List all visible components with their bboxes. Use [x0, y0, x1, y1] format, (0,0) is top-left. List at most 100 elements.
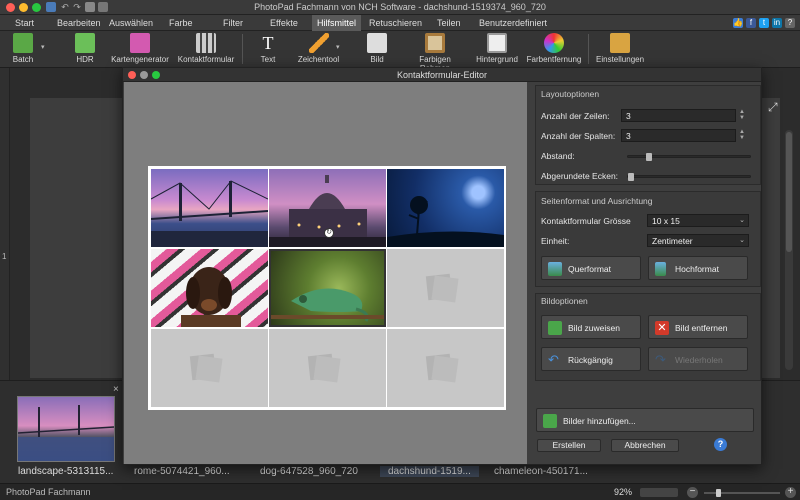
rotate-handle-icon[interactable]: ↻ [324, 228, 334, 238]
cell-night-image[interactable] [387, 169, 504, 247]
zoom-level: 92% [614, 487, 633, 497]
assign-image-icon [548, 321, 562, 335]
image-options-heading: Bildoptionen [541, 296, 588, 306]
thumbnail-landscape[interactable] [17, 396, 115, 462]
columns-input[interactable]: 3 [621, 129, 736, 142]
cell-dog-image[interactable] [151, 249, 268, 327]
landscape-button[interactable]: Querformat [541, 256, 641, 280]
menu-teilen[interactable]: Teilen [432, 17, 466, 29]
thumbnail-name-active[interactable]: dachshund-1519... [380, 466, 479, 477]
card-generator-button[interactable]: Kartengenerator [110, 33, 170, 64]
zoom-dropdown[interactable] [640, 488, 678, 497]
remove-image-button[interactable]: ✕ Bild entfernen [648, 315, 748, 339]
help-menu-icon[interactable]: ? [785, 18, 795, 28]
help-icon[interactable]: ? [714, 438, 727, 451]
dialog-title: Kontaktformular-Editor [396, 70, 488, 80]
cell-bridge-image[interactable] [151, 169, 268, 247]
rows-label: Anzahl der Zeilen: [541, 111, 610, 121]
thumbnail-name[interactable]: landscape-5313115... [18, 466, 113, 477]
drawing-tool-button[interactable]: Zeichentool [296, 33, 341, 64]
spacing-slider[interactable] [627, 153, 751, 161]
workspace-scroll-thumb[interactable] [786, 132, 792, 252]
menu-effekte[interactable]: Effekte [265, 17, 303, 29]
thumbnail-name[interactable]: chameleon-450171... [494, 466, 588, 477]
color-removal-label: Farbentfernung [526, 55, 582, 64]
image-placeholder-icon [425, 271, 459, 303]
hdr-button[interactable]: HDR [70, 33, 100, 64]
columns-spinner-icon[interactable]: ▲ ▼ [738, 129, 746, 142]
landscape-label: Querformat [568, 264, 611, 274]
cell-empty[interactable] [387, 329, 504, 407]
image-label: Bild [370, 55, 384, 64]
columns-label: Anzahl der Spalten: [541, 131, 616, 141]
unit-select[interactable]: Zentimeter ⌄ [647, 234, 749, 247]
image-button[interactable]: Bild [364, 33, 390, 64]
sheet-size-select[interactable]: 10 x 15 ⌄ [647, 214, 749, 227]
toolbar: Batch ▾ HDR Kartengenerator Kontaktformu… [0, 31, 800, 73]
add-images-button[interactable]: Bilder hinzufügen... [536, 408, 754, 432]
settings-button[interactable]: Einstellungen [596, 33, 644, 64]
redo-button[interactable]: ↷ Wiederholen [648, 347, 748, 371]
background-button[interactable]: Hintergrund [474, 33, 520, 64]
fullscreen-icon[interactable]: ⤢ [768, 100, 778, 115]
close-thumbnail-icon[interactable]: × [113, 384, 119, 395]
zoom-in-icon[interactable]: + [785, 487, 796, 498]
assign-image-button[interactable]: Bild zuweisen [541, 315, 641, 339]
layout-options-heading: Layoutoptionen [541, 89, 600, 99]
twitter-icon[interactable]: t [759, 18, 769, 28]
batch-dropdown-icon[interactable]: ▾ [41, 43, 45, 51]
unit-label: Einheit: [541, 236, 570, 246]
facebook-icon[interactable]: f [746, 18, 756, 28]
menu-bearbeiten[interactable]: Bearbeiten [52, 17, 106, 29]
linkedin-icon[interactable]: in [772, 18, 782, 28]
menu-auswaehlen[interactable]: Auswählen [104, 17, 158, 29]
unit-value: Zentimeter [652, 236, 693, 246]
dialog-title-bar: Kontaktformular-Editor [123, 68, 761, 82]
undo-arrow-icon: ↶ [548, 352, 559, 367]
spacing-label: Abstand: [541, 151, 575, 161]
drawing-tool-dropdown-icon[interactable]: ▾ [336, 43, 340, 51]
menu-benutzerdefiniert[interactable]: Benutzerdefiniert [474, 17, 552, 29]
rounded-corners-slider-knob[interactable] [628, 173, 634, 181]
zoom-slider[interactable] [704, 489, 780, 497]
window-title: PhotoPad Fachmann von NCH Software - dac… [254, 2, 546, 12]
menu-farbe[interactable]: Farbe [164, 17, 198, 29]
remove-image-label: Bild entfernen [675, 323, 728, 333]
undo-button[interactable]: ↶ Rückgängig [541, 347, 641, 371]
cell-empty[interactable] [269, 329, 386, 407]
thumbnail-name[interactable]: rome-5074421_960... [134, 466, 230, 477]
cell-empty[interactable] [151, 329, 268, 407]
night-photo [387, 196, 504, 247]
workspace-scrollbar[interactable] [785, 130, 793, 370]
rows-input[interactable]: 3 [621, 109, 736, 122]
contact-sheet-preview: ↻ [124, 82, 527, 464]
cell-empty[interactable] [387, 249, 504, 327]
menu-start[interactable]: Start [10, 17, 39, 29]
create-button[interactable]: Erstellen [537, 439, 601, 452]
batch-button[interactable]: Batch [8, 33, 38, 64]
like-icon[interactable]: 👍 [733, 18, 743, 28]
rounded-corners-slider[interactable] [627, 173, 751, 181]
spacing-slider-knob[interactable] [646, 153, 652, 161]
cell-chameleon-image-selected[interactable] [269, 249, 386, 327]
toolbar-separator [588, 34, 589, 64]
settings-icon [610, 33, 630, 53]
image-placeholder-icon [307, 351, 341, 383]
rows-spinner-icon[interactable]: ▲ ▼ [738, 109, 746, 122]
portrait-button[interactable]: Hochformat [648, 256, 748, 280]
color-removal-button[interactable]: Farbentfernung [526, 33, 582, 64]
text-label: Text [260, 55, 276, 64]
status-app-name: PhotoPad Fachmann [6, 487, 91, 497]
contact-sheet-button[interactable]: Kontaktformular [176, 33, 236, 64]
batch-icon [13, 33, 33, 53]
menu-retuschieren[interactable]: Retuschieren [364, 17, 427, 29]
thumbnail-name[interactable]: dog-647528_960_720 [260, 466, 358, 477]
cancel-button[interactable]: Abbrechen [611, 439, 679, 452]
settings-label: Einstellungen [596, 55, 645, 64]
menu-filter[interactable]: Filter [218, 17, 248, 29]
zoom-out-icon[interactable]: − [687, 487, 698, 498]
text-button[interactable]: T Text [254, 33, 282, 64]
menu-hilfsmittel[interactable]: Hilfsmittel [312, 15, 362, 31]
drawing-tool-label: Zeichentool [297, 55, 340, 64]
zoom-slider-knob[interactable] [716, 489, 721, 497]
